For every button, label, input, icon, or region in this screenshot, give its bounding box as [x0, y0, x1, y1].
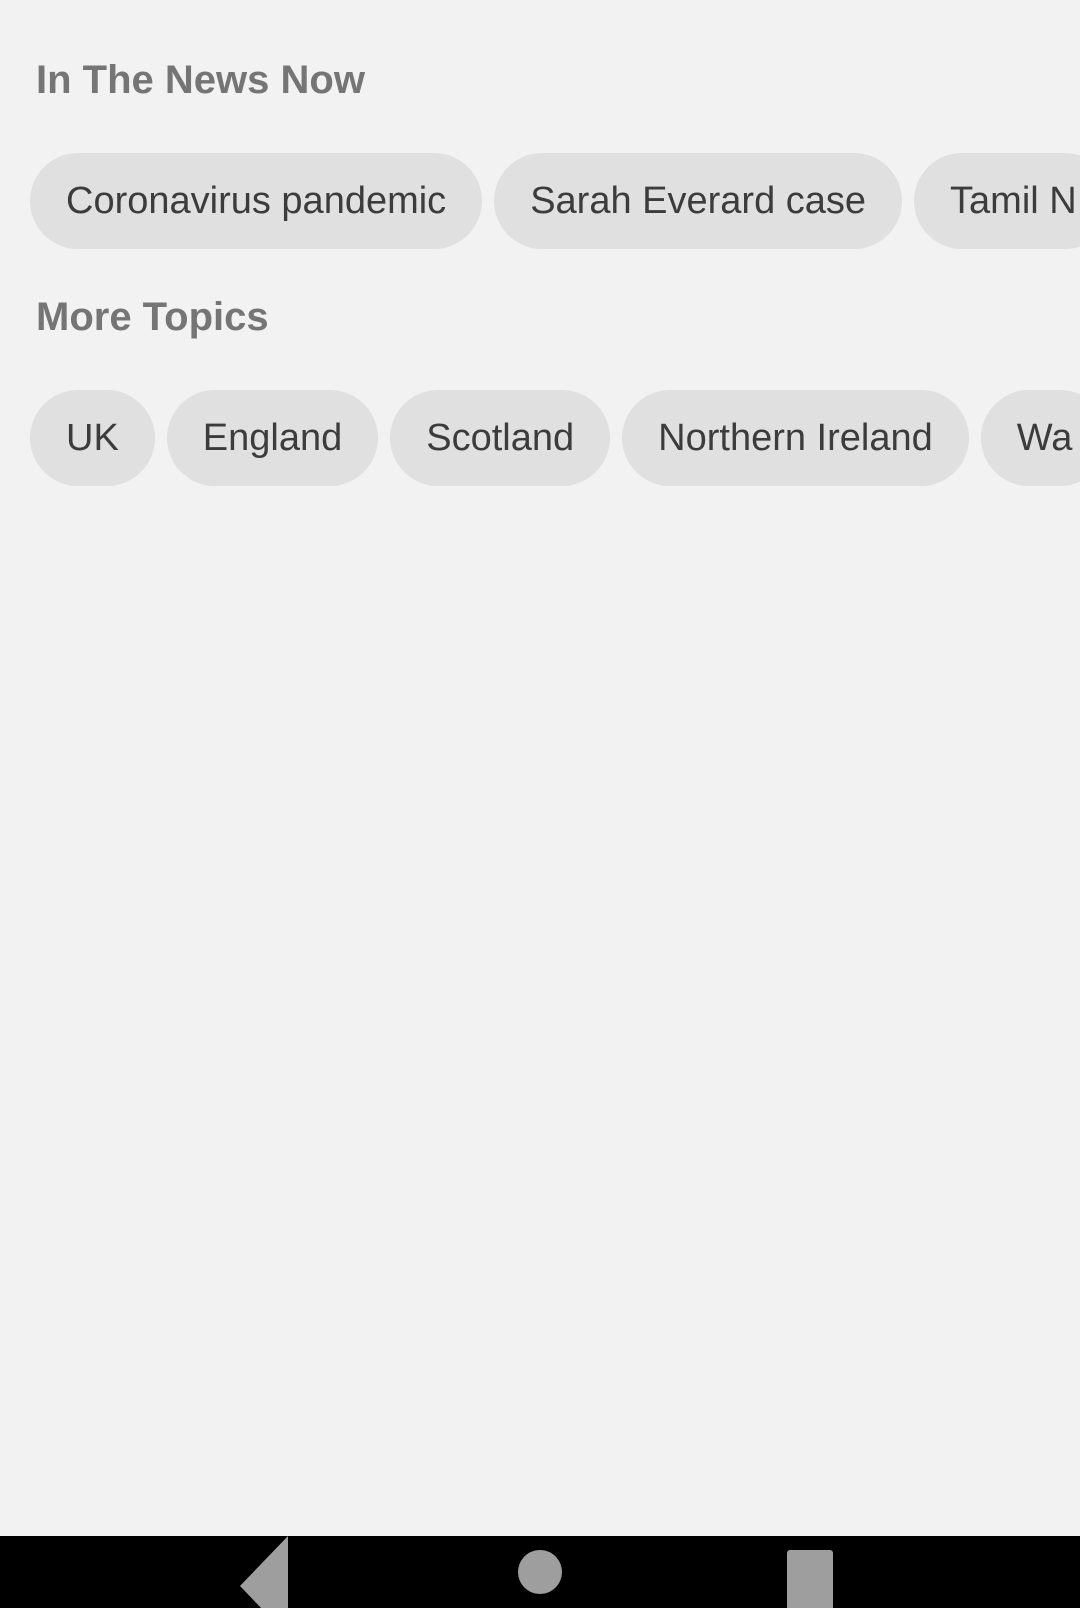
topic-chip-scotland[interactable]: Scotland [390, 390, 611, 486]
recents-icon [787, 1550, 833, 1608]
more-topics-chip-row[interactable]: UK England Scotland Northern Ireland Wa [30, 390, 1080, 486]
home-button[interactable] [480, 1536, 600, 1608]
topic-chip-tamil-n[interactable]: Tamil N [914, 153, 1080, 249]
back-button[interactable] [210, 1536, 330, 1608]
topic-chip-coronavirus-pandemic[interactable]: Coronavirus pandemic [30, 153, 483, 249]
home-icon [518, 1550, 562, 1594]
in-the-news-chip-row[interactable]: Coronavirus pandemic Sarah Everard case … [30, 153, 1080, 249]
topics-screen: In The News Now Coronavirus pandemic Sar… [0, 0, 1080, 1608]
topic-chip-england[interactable]: England [166, 390, 379, 486]
back-icon [240, 1536, 288, 1608]
recents-button[interactable] [750, 1536, 870, 1608]
topic-chip-sarah-everard-case[interactable]: Sarah Everard case [494, 153, 903, 249]
topic-chip-uk[interactable]: UK [30, 390, 155, 486]
topic-chip-wa[interactable]: Wa [980, 390, 1080, 486]
more-topics-title: More Topics [36, 295, 269, 339]
in-the-news-title: In The News Now [36, 58, 365, 102]
system-navigation-bar [0, 1536, 1080, 1608]
topic-chip-northern-ireland[interactable]: Northern Ireland [622, 390, 969, 486]
